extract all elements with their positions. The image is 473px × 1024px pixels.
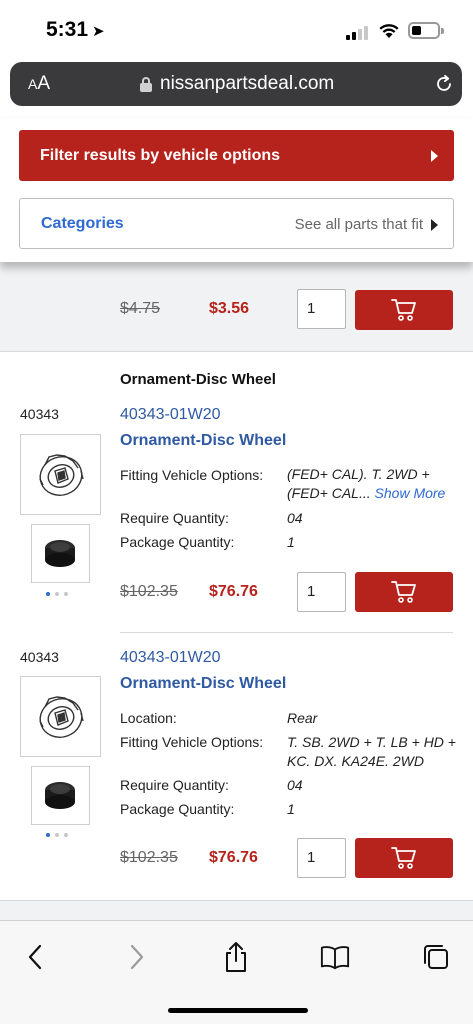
part-item: 40343 4034: [0, 406, 473, 646]
add-to-cart-button[interactable]: [355, 572, 453, 612]
back-icon: [28, 944, 42, 970]
tabs-icon: [424, 945, 448, 969]
old-price: $102.35: [120, 583, 178, 600]
spec-value: 1: [287, 801, 295, 817]
divider: [120, 632, 453, 633]
status-bar: 5:31 ➤: [0, 0, 473, 58]
chevron-right-icon: [431, 150, 438, 162]
battery-icon: [408, 22, 444, 39]
spec-value: 1: [287, 534, 295, 550]
spec-value: (FED+ CAL). T. 2WD + (FED+ CAL... Show M…: [287, 466, 446, 501]
part-number-link[interactable]: 40343-01W20: [120, 406, 221, 424]
sale-price: $3.56: [209, 300, 250, 317]
filter-button-label: Filter results by vehicle options: [40, 146, 281, 164]
categories-label[interactable]: Categories: [41, 215, 124, 233]
text-size-button[interactable]: AA: [28, 73, 50, 95]
part-number-link[interactable]: 40343-01W20: [120, 649, 221, 667]
address-bar[interactable]: AA nissanpartsdeal.com: [10, 62, 462, 106]
sale-price: $76.76: [209, 849, 258, 866]
spec-label: Location:: [120, 710, 177, 726]
old-price: $4.75: [120, 300, 161, 317]
spec-label: Fitting Vehicle Options:: [120, 467, 264, 483]
spec-label: Package Quantity:: [120, 801, 235, 817]
part-item: 40343 4034: [0, 649, 473, 897]
quantity-input[interactable]: 1: [297, 572, 346, 612]
wheel-ornament-drawing: [39, 454, 84, 496]
wifi-icon: [379, 24, 399, 38]
wheel-ornament-drawing: [39, 696, 84, 738]
previous-item-price-row: $4.75 $3.56 1: [0, 262, 473, 352]
see-all-parts-link[interactable]: See all parts that fit: [295, 216, 423, 233]
lock-icon: [140, 76, 152, 92]
spec-label: Require Quantity:: [120, 777, 229, 793]
filter-panel: Filter results by vehicle options Catego…: [0, 118, 473, 262]
filter-by-vehicle-button[interactable]: Filter results by vehicle options: [19, 130, 454, 181]
categories-bar[interactable]: Categories See all parts that fit: [19, 198, 454, 249]
wheel-cap-photo: [45, 782, 75, 809]
forward-button[interactable]: [122, 941, 152, 973]
show-more-link[interactable]: Show More: [375, 485, 446, 501]
spec-value: Rear: [287, 710, 318, 726]
location-arrow-icon: ➤: [92, 23, 105, 40]
chevron-right-icon: [431, 219, 438, 231]
url-text: nissanpartsdeal.com: [160, 73, 335, 94]
add-to-cart-button[interactable]: [355, 290, 453, 330]
spec-label: Require Quantity:: [120, 510, 229, 526]
tabs-button[interactable]: [421, 941, 451, 973]
part-image-thumbnail[interactable]: [31, 524, 90, 583]
spec-label: Fitting Vehicle Options:: [120, 734, 264, 750]
part-image-main[interactable]: [20, 676, 101, 757]
quantity-input[interactable]: 1: [297, 289, 346, 329]
spec-value: 04: [287, 510, 303, 526]
bookmarks-button[interactable]: [320, 941, 350, 973]
cart-icon: [391, 581, 416, 603]
reference-number: 40343: [20, 649, 59, 665]
share-icon: [226, 942, 246, 972]
spec-value: T. SB. 2WD + T. LB + HD + KC. DX. KA24E.…: [287, 734, 456, 769]
cart-icon: [391, 299, 416, 321]
image-carousel-dots[interactable]: [46, 592, 68, 596]
reload-icon[interactable]: [434, 74, 454, 94]
bookmarks-icon: [320, 946, 350, 970]
home-indicator: [168, 1008, 308, 1013]
cellular-signal-icon: [346, 24, 370, 40]
group-title: Ornament-Disc Wheel: [120, 371, 276, 388]
forward-icon: [130, 944, 144, 970]
image-carousel-dots[interactable]: [46, 833, 68, 837]
part-image-thumbnail[interactable]: [31, 766, 90, 825]
part-name-link[interactable]: Ornament-Disc Wheel: [120, 675, 286, 693]
old-price: $102.35: [120, 849, 178, 866]
add-to-cart-button[interactable]: [355, 838, 453, 878]
part-image-main[interactable]: [20, 434, 101, 515]
quantity-input[interactable]: 1: [297, 838, 346, 878]
spec-label: Package Quantity:: [120, 534, 235, 550]
browser-address-area: AA nissanpartsdeal.com: [0, 58, 473, 118]
part-name-link[interactable]: Ornament-Disc Wheel: [120, 432, 286, 450]
share-button[interactable]: [221, 941, 251, 973]
section-separator: [0, 900, 473, 920]
wheel-cap-photo: [45, 540, 75, 567]
spec-value: 04: [287, 777, 303, 793]
sale-price: $76.76: [209, 583, 258, 600]
url-display[interactable]: nissanpartsdeal.com: [140, 73, 334, 95]
status-time: 5:31 ➤: [46, 18, 105, 41]
cart-icon: [391, 847, 416, 869]
parts-listing: Ornament-Disc Wheel 40343 40343-01W20 Or…: [0, 352, 473, 900]
reference-number: 40343: [20, 406, 59, 422]
back-button[interactable]: [20, 941, 50, 973]
